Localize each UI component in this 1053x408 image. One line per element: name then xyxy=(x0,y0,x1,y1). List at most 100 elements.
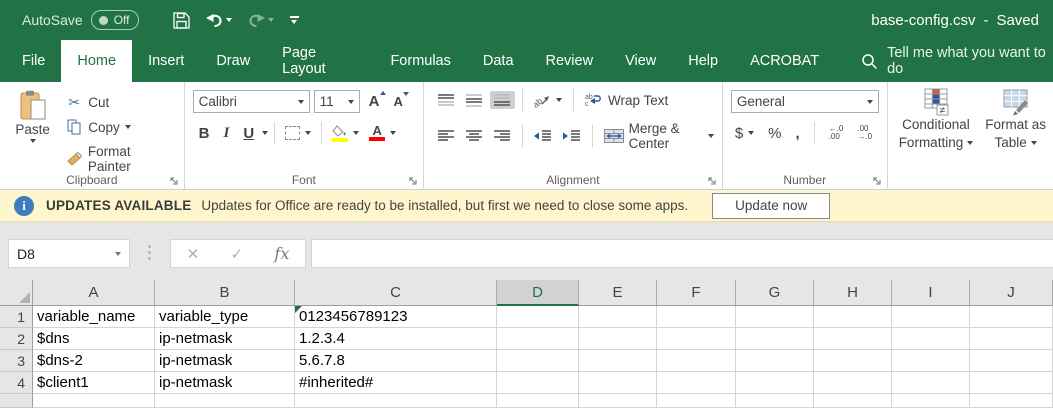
cell-b5[interactable] xyxy=(155,394,295,408)
tab-data[interactable]: Data xyxy=(467,40,530,82)
comma-format-button[interactable]: , xyxy=(792,123,804,144)
cell-f5[interactable] xyxy=(657,394,736,408)
cell-a4[interactable]: $client1 xyxy=(33,372,155,394)
tab-page-layout[interactable]: Page Layout xyxy=(266,40,374,82)
cell-c4[interactable]: #inherited# xyxy=(295,372,497,394)
copy-button[interactable]: Copy xyxy=(61,117,179,137)
row-header-2[interactable]: 2 xyxy=(0,328,33,350)
save-button[interactable] xyxy=(167,8,196,33)
paste-button[interactable]: Paste xyxy=(4,86,61,171)
align-left-button[interactable] xyxy=(434,127,459,145)
cell-f4[interactable] xyxy=(657,372,736,394)
cell-j3[interactable] xyxy=(970,350,1053,372)
column-header-h[interactable]: H xyxy=(814,280,892,306)
cell-h5[interactable] xyxy=(814,394,892,408)
align-bottom-button[interactable] xyxy=(490,91,515,109)
cell-h2[interactable] xyxy=(814,328,892,350)
cell-b4[interactable]: ip-netmask xyxy=(155,372,295,394)
font-color-button[interactable]: A xyxy=(365,123,400,143)
cell-i1[interactable] xyxy=(892,306,970,328)
tab-formulas[interactable]: Formulas xyxy=(374,40,466,82)
clipboard-dialog-launcher[interactable] xyxy=(168,175,180,187)
cell-g2[interactable] xyxy=(736,328,814,350)
select-all-button[interactable] xyxy=(0,280,33,306)
underline-button[interactable]: U xyxy=(237,124,260,143)
wrap-text-button[interactable]: abc Wrap Text xyxy=(581,91,672,110)
cut-button[interactable]: ✂ Cut xyxy=(61,92,179,112)
cell-g4[interactable] xyxy=(736,372,814,394)
column-header-e[interactable]: E xyxy=(579,280,657,306)
cell-j5[interactable] xyxy=(970,394,1053,408)
cell-e2[interactable] xyxy=(579,328,657,350)
column-header-g[interactable]: G xyxy=(736,280,814,306)
cell-g1[interactable] xyxy=(736,306,814,328)
number-format-combobox[interactable]: General xyxy=(731,90,879,113)
cell-e4[interactable] xyxy=(579,372,657,394)
cell-h1[interactable] xyxy=(814,306,892,328)
cell-a3[interactable]: $dns-2 xyxy=(33,350,155,372)
row-header-4[interactable]: 4 xyxy=(0,372,33,394)
cell-h3[interactable] xyxy=(814,350,892,372)
borders-button[interactable] xyxy=(281,124,315,142)
cell-b2[interactable]: ip-netmask xyxy=(155,328,295,350)
increase-indent-button[interactable] xyxy=(559,127,585,145)
column-header-i[interactable]: I xyxy=(892,280,970,306)
row-header-1[interactable]: 1 xyxy=(0,306,33,328)
cancel-button[interactable]: ✕ xyxy=(187,245,200,263)
font-size-combobox[interactable]: 11 xyxy=(314,90,360,113)
column-header-d[interactable]: D xyxy=(497,280,579,306)
cell-f3[interactable] xyxy=(657,350,736,372)
percent-format-button[interactable]: % xyxy=(764,123,785,144)
cell-g3[interactable] xyxy=(736,350,814,372)
increase-decimal-button[interactable]: ←.0 .00 xyxy=(825,123,848,143)
cell-j2[interactable] xyxy=(970,328,1053,350)
cell-j4[interactable] xyxy=(970,372,1053,394)
cell-h4[interactable] xyxy=(814,372,892,394)
cell-i3[interactable] xyxy=(892,350,970,372)
number-dialog-launcher[interactable] xyxy=(871,175,883,187)
orientation-button[interactable]: ab xyxy=(530,91,566,110)
cell-d3[interactable] xyxy=(497,350,579,372)
format-as-table-button[interactable]: Format as Table xyxy=(982,86,1049,171)
cell-e5[interactable] xyxy=(579,394,657,408)
autosave-control[interactable]: AutoSave Off xyxy=(22,10,139,30)
fill-color-button[interactable] xyxy=(328,123,363,144)
insert-function-button[interactable]: fx xyxy=(274,244,289,263)
cell-d1[interactable] xyxy=(497,306,579,328)
align-top-button[interactable] xyxy=(434,91,459,109)
tab-file[interactable]: File xyxy=(6,40,61,82)
align-middle-button[interactable] xyxy=(462,91,487,109)
cell-f2[interactable] xyxy=(657,328,736,350)
cell-j1[interactable] xyxy=(970,306,1053,328)
row-header-5[interactable] xyxy=(0,394,33,408)
tab-insert[interactable]: Insert xyxy=(132,40,200,82)
tab-review[interactable]: Review xyxy=(530,40,610,82)
cell-d4[interactable] xyxy=(497,372,579,394)
cell-c3[interactable]: 5.6.7.8 xyxy=(295,350,497,372)
cell-a1[interactable]: variable_name xyxy=(33,306,155,328)
decrease-font-size-button[interactable]: A xyxy=(389,94,408,109)
format-painter-button[interactable]: Format Painter xyxy=(61,142,179,176)
tab-view[interactable]: View xyxy=(609,40,672,82)
formula-input[interactable] xyxy=(311,239,1053,268)
cell-d2[interactable] xyxy=(497,328,579,350)
cell-i5[interactable] xyxy=(892,394,970,408)
font-dialog-launcher[interactable] xyxy=(407,175,419,187)
cell-f1[interactable] xyxy=(657,306,736,328)
cell-a2[interactable]: $dns xyxy=(33,328,155,350)
italic-button[interactable]: I xyxy=(218,124,236,143)
cell-d5[interactable] xyxy=(497,394,579,408)
align-right-button[interactable] xyxy=(490,127,515,145)
redo-button[interactable] xyxy=(242,9,280,31)
cell-c2[interactable]: 1.2.3.4 xyxy=(295,328,497,350)
cell-b1[interactable]: variable_type xyxy=(155,306,295,328)
name-box[interactable]: D8 xyxy=(8,239,130,268)
increase-font-size-button[interactable]: A xyxy=(364,93,385,110)
merge-center-button[interactable]: Merge & Center xyxy=(600,119,718,153)
column-header-b[interactable]: B xyxy=(155,280,295,306)
cell-i2[interactable] xyxy=(892,328,970,350)
cell-e1[interactable] xyxy=(579,306,657,328)
conditional-formatting-button[interactable]: ≠ Conditional Formatting xyxy=(896,86,977,171)
cell-g5[interactable] xyxy=(736,394,814,408)
bold-button[interactable]: B xyxy=(193,124,216,143)
